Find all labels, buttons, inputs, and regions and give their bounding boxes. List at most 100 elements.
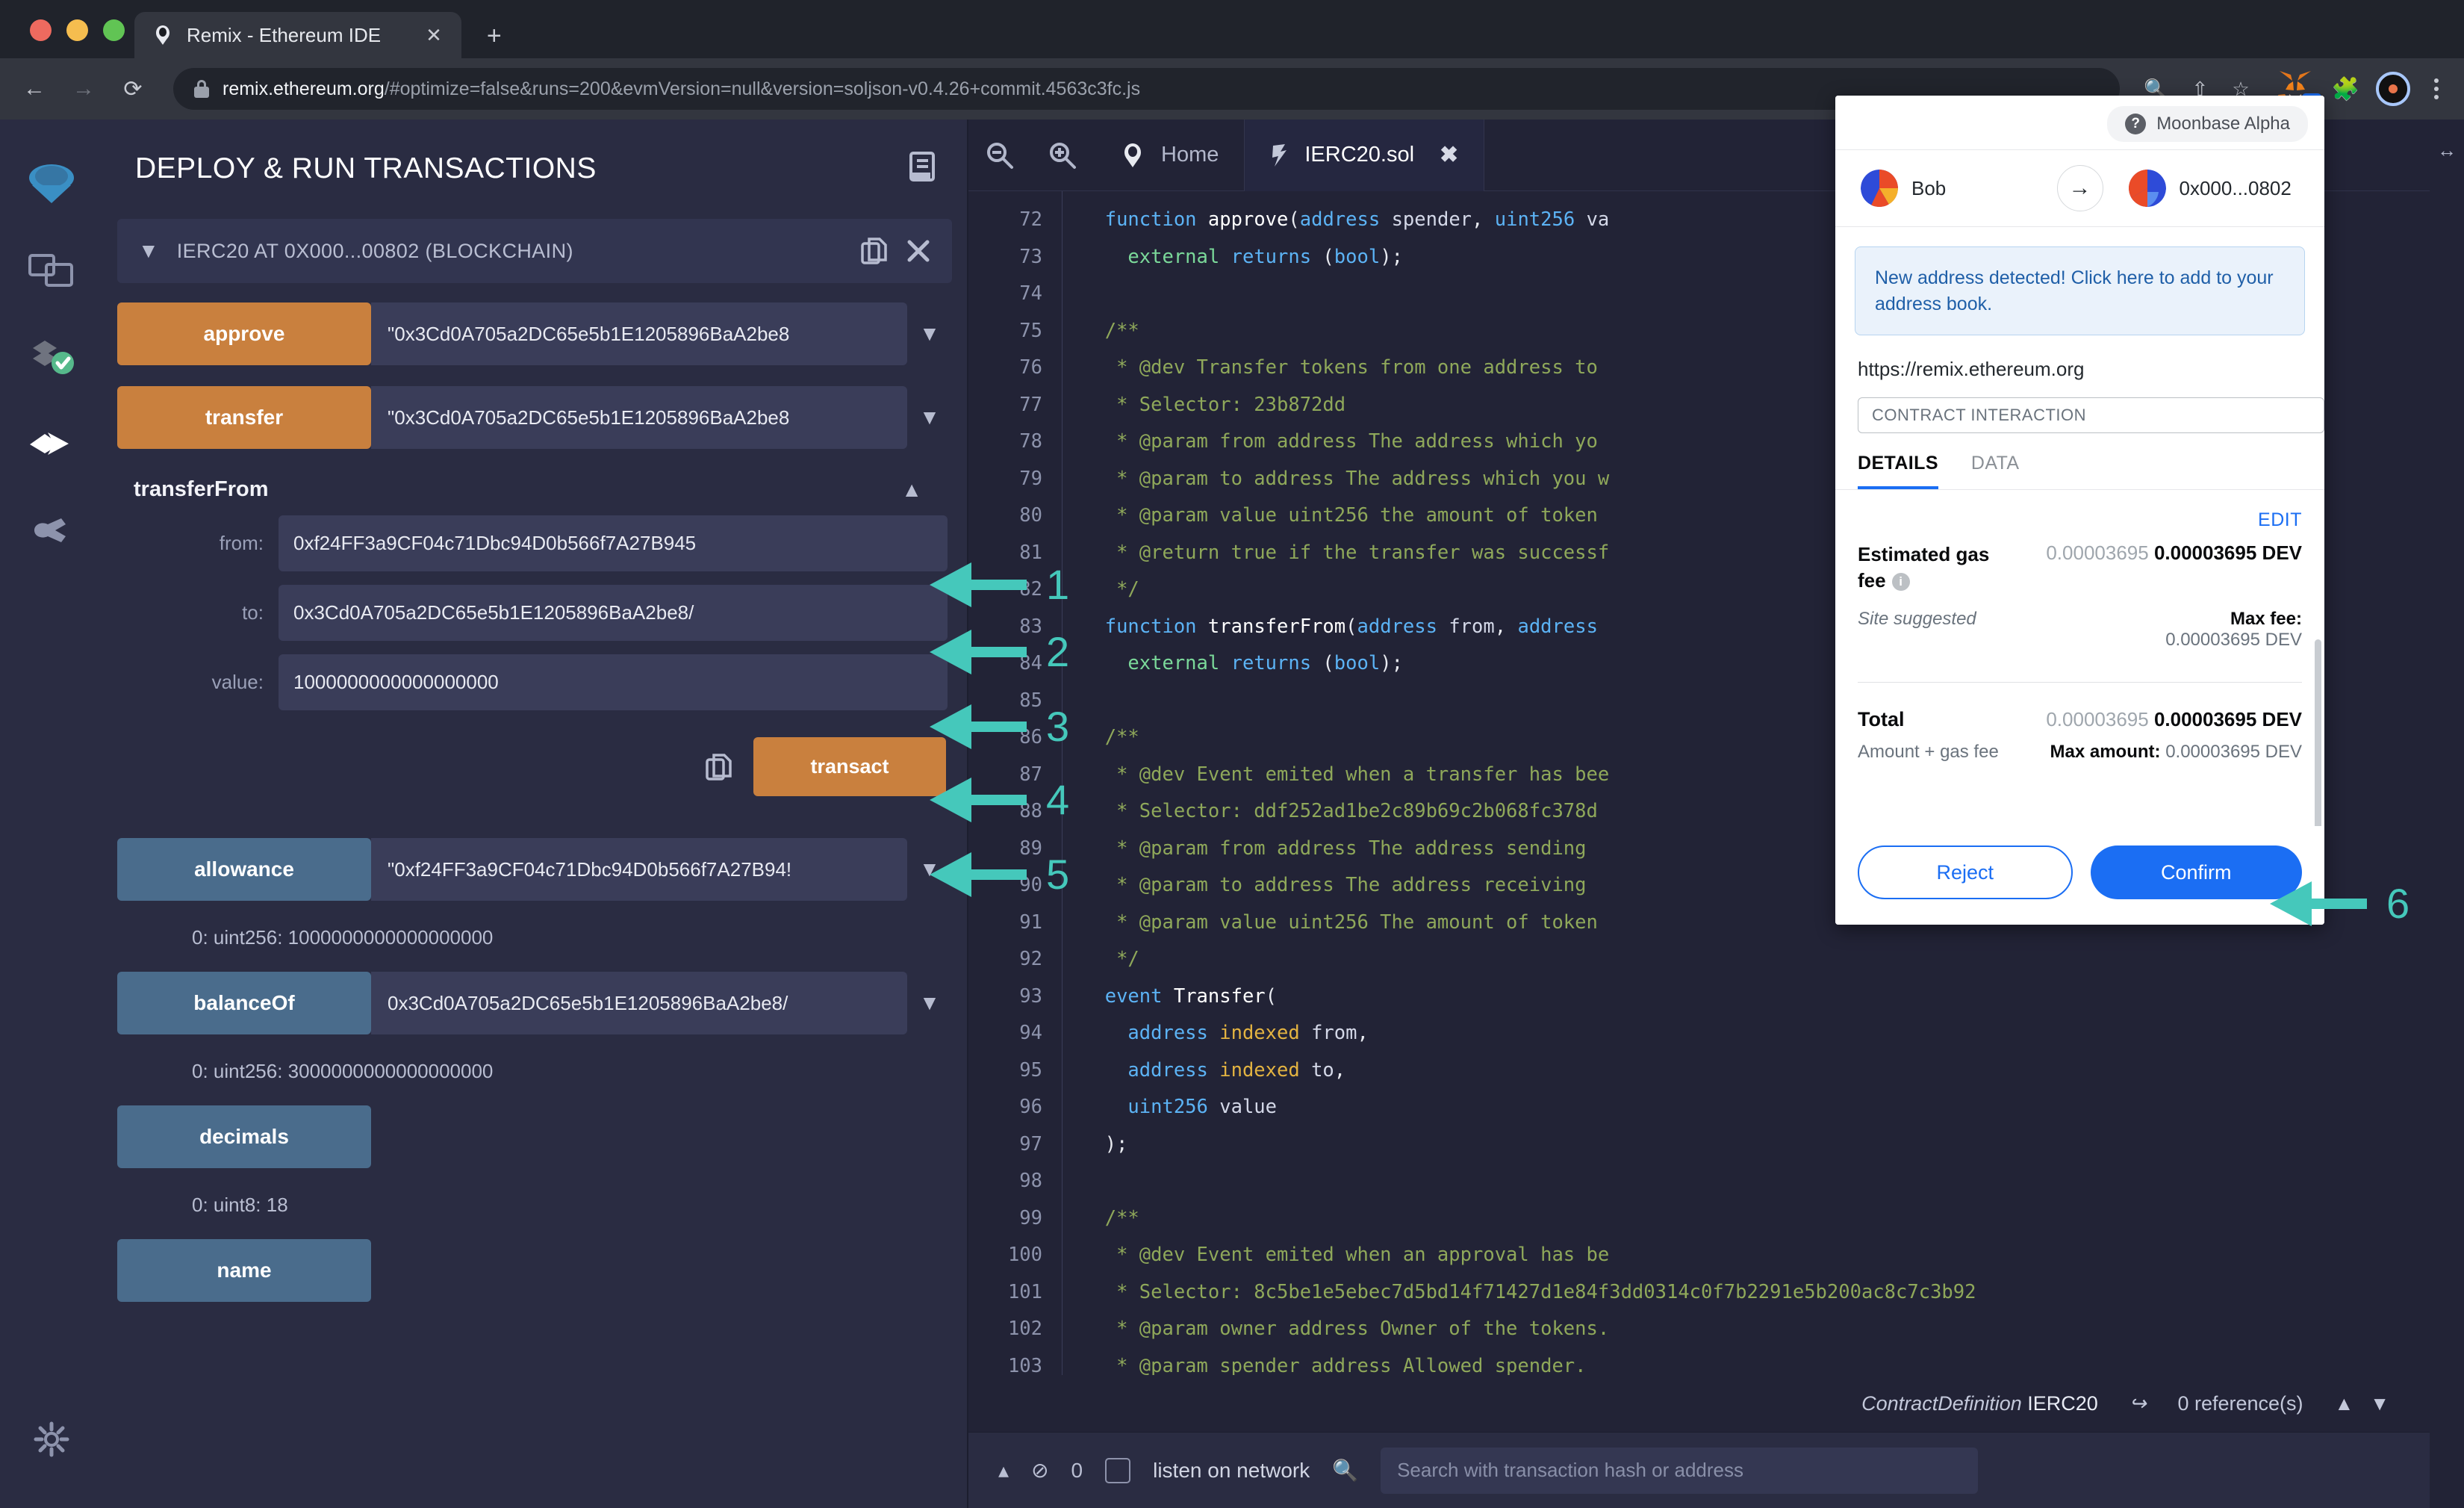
new-address-alert[interactable]: New address detected! Click here to add … — [1855, 246, 2305, 335]
from-account-name: Bob — [1911, 176, 1947, 199]
line-number: 82 — [1019, 578, 1042, 601]
code-line: * Selector: 8c5be1e5ebec7d5bd14f71427d1e… — [1116, 1280, 1976, 1303]
forward-icon[interactable]: → — [67, 72, 100, 105]
close-contract-icon[interactable] — [906, 238, 931, 264]
scrollbar[interactable] — [2315, 639, 2321, 826]
value-input[interactable] — [279, 654, 948, 710]
chevron-down-icon[interactable]: ▼ — [907, 386, 952, 449]
chevron-down-icon[interactable]: ▼ — [907, 302, 952, 365]
url-path: /#optimize=false&runs=200&evmVersion=nul… — [384, 78, 1141, 99]
copy-calldata-icon[interactable] — [706, 753, 732, 781]
network-selector[interactable]: ? Moonbase Alpha — [2107, 106, 2308, 142]
deployed-contract-card: ▼ IERC20 AT 0X000...00802 (BLOCKCHAIN) — [117, 219, 952, 283]
tab-home[interactable]: Home — [1094, 119, 1245, 191]
maximize-window-button[interactable] — [103, 19, 125, 41]
allowance-input[interactable] — [371, 838, 907, 901]
max-fee-block: Max fee: 0.00003695 DEV — [2165, 609, 2302, 651]
code-line: * @param owner address Owner of the toke… — [1116, 1318, 1610, 1340]
line-number: 78 — [1019, 430, 1042, 453]
copy-address-icon[interactable] — [861, 237, 888, 265]
info-icon[interactable]: i — [1891, 573, 1910, 592]
deployed-contract-header[interactable]: ▼ IERC20 AT 0X000...00802 (BLOCKCHAIN) — [117, 219, 952, 283]
line-number: 87 — [1019, 763, 1042, 786]
sidebar-item-deploy-run[interactable] — [16, 400, 87, 487]
edit-gas-button[interactable]: EDIT — [1858, 490, 2302, 537]
name-button[interactable]: name — [117, 1239, 371, 1302]
approve-input[interactable] — [371, 302, 907, 365]
tab-ierc20-sol[interactable]: IERC20.sol ✖ — [1245, 119, 1485, 191]
transfer-button[interactable]: transfer — [117, 386, 371, 449]
line-number: 103 — [1007, 1354, 1042, 1376]
search-icon[interactable]: 🔍 — [1332, 1458, 1358, 1483]
chevron-down-icon[interactable]: ▼ — [907, 838, 952, 901]
terminal-bar: ▴ ⊘ 0 listen on network 🔍 — [968, 1432, 2430, 1508]
window-traffic-lights — [30, 19, 125, 41]
right-rail: ↔ — [2430, 120, 2464, 1508]
listen-on-network-checkbox[interactable] — [1105, 1457, 1131, 1483]
goto-definition-icon[interactable]: ↪ — [2129, 1392, 2147, 1415]
metamask-accounts-row: Bob → 0x000...0802 — [1835, 149, 2324, 227]
back-icon[interactable]: ← — [18, 72, 51, 105]
reject-button[interactable]: Reject — [1858, 845, 2073, 899]
tab-data[interactable]: DATA — [1971, 453, 2020, 489]
transfer-input[interactable] — [371, 386, 907, 449]
zoom-in-icon[interactable] — [1031, 140, 1094, 170]
approve-button[interactable]: approve — [117, 302, 371, 365]
confirm-button[interactable]: Confirm — [2090, 845, 2302, 899]
transferfrom-title: transferFrom — [134, 477, 269, 501]
sidebar-item-plugin-manager[interactable] — [16, 487, 87, 574]
settings-gear-icon[interactable] — [16, 1396, 87, 1483]
site-suggested-label: Site suggested — [1858, 609, 1976, 630]
browser-tab-remix[interactable]: Remix - Ethereum IDE ✕ — [134, 12, 461, 58]
balanceof-button[interactable]: balanceOf — [117, 972, 371, 1034]
line-number: 72 — [1019, 208, 1042, 231]
extensions-puzzle-icon[interactable]: 🧩 — [2332, 76, 2359, 102]
line-number: 76 — [1019, 356, 1042, 379]
code-line: * @dev Event emited when an approval has… — [1116, 1244, 1610, 1266]
chevron-down-icon[interactable]: ▼ — [907, 972, 952, 1034]
collapse-panel-icon[interactable]: ↔ — [2437, 139, 2457, 162]
close-icon[interactable]: ✕ — [426, 24, 442, 47]
sidebar-item-solidity-compiler[interactable] — [16, 314, 87, 400]
gas-fee-native: 0.00003695 DEV — [2153, 542, 2302, 564]
from-input[interactable] — [279, 515, 948, 571]
chevron-down-icon[interactable]: ▼ — [138, 239, 159, 263]
total-label: Total — [1858, 708, 1905, 731]
browser-tab-title: Remix - Ethereum IDE — [187, 23, 382, 46]
balanceof-input[interactable] — [371, 972, 907, 1034]
documentation-icon[interactable] — [907, 151, 937, 186]
line-number: 83 — [1019, 615, 1042, 638]
clear-terminal-icon[interactable]: ⊘ — [1031, 1458, 1048, 1483]
terminal-search[interactable] — [1381, 1447, 1979, 1494]
prev-reference-icon[interactable]: ▲ — [2335, 1392, 2354, 1415]
line-number: 99 — [1019, 1206, 1042, 1229]
collapse-terminal-icon[interactable]: ▴ — [998, 1458, 1009, 1483]
next-reference-icon[interactable]: ▼ — [2370, 1392, 2389, 1415]
from-account[interactable]: Bob — [1835, 170, 2057, 207]
deploy-run-panel: DEPLOY & RUN TRANSACTIONS ▼ IERC20 AT 0X… — [102, 120, 968, 1508]
close-icon[interactable]: ✖ — [1440, 142, 1458, 168]
decimals-button[interactable]: decimals — [117, 1105, 371, 1168]
tab-details[interactable]: DETAILS — [1858, 453, 1938, 489]
request-origin: https://remix.ethereum.org — [1858, 358, 2085, 380]
remix-logo-icon[interactable] — [16, 140, 87, 227]
avatar[interactable] — [2376, 72, 2410, 106]
line-number: 90 — [1019, 874, 1042, 896]
sidebar-item-file-explorer[interactable] — [16, 227, 87, 314]
browser-menu-icon[interactable] — [2427, 78, 2446, 99]
zoom-out-icon[interactable] — [968, 140, 1031, 170]
address-bar[interactable]: remix.ethereum.org/#optimize=false&runs=… — [173, 68, 2121, 110]
new-tab-button[interactable]: + — [487, 22, 502, 58]
from-account-avatar — [1861, 170, 1898, 207]
reference-nav[interactable]: ▲ ▼ — [2335, 1392, 2389, 1415]
chevron-up-icon[interactable]: ▲ — [901, 478, 922, 502]
reload-icon[interactable]: ⟳ — [116, 72, 149, 105]
transact-button[interactable]: transact — [753, 737, 946, 796]
to-input[interactable] — [279, 585, 948, 641]
line-number: 96 — [1019, 1096, 1042, 1118]
terminal-search-input[interactable] — [1397, 1459, 1962, 1482]
close-window-button[interactable] — [30, 19, 52, 41]
allowance-button[interactable]: allowance — [117, 838, 371, 901]
browser-tabstrip: Remix - Ethereum IDE ✕ + — [0, 0, 2464, 58]
minimize-window-button[interactable] — [66, 19, 88, 41]
